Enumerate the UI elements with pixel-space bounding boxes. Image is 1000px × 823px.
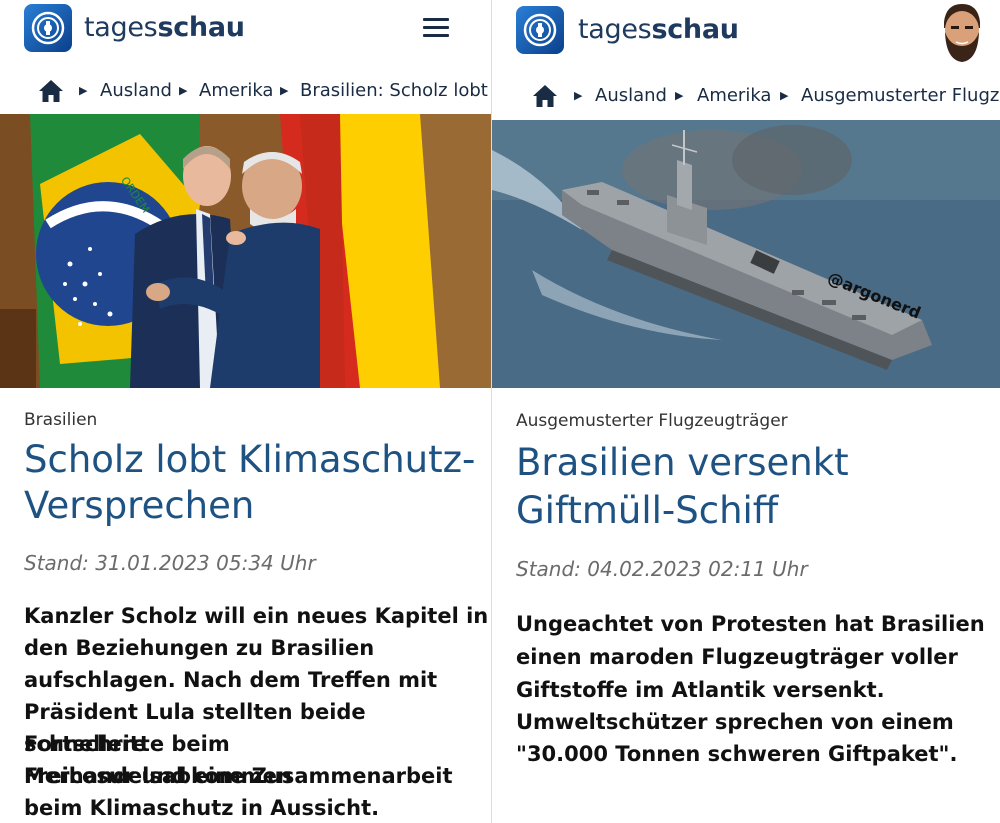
breadcrumb-item-current: Ausgemusterter Flugzeu xyxy=(801,85,1000,106)
triangle-right-icon: ▶ xyxy=(179,84,188,97)
breadcrumb: ▶ Ausland ▶ Amerika ▶ Ausgemusterter Flu… xyxy=(492,78,1000,114)
article-lead-line: den Beziehungen zu Brasilien xyxy=(24,636,375,660)
breadcrumb: ▶ Ausland ▶ Amerika ▶ Brasilien: Scholz … xyxy=(0,73,491,109)
left-article-screenshot: tagesschau ▶ Ausland ▶ Amerika ▶ Brasili… xyxy=(0,0,491,823)
article-headline-line2[interactable]: Versprechen xyxy=(24,483,254,529)
article-kicker: Brasilien xyxy=(24,410,98,430)
home-icon[interactable] xyxy=(532,84,558,108)
tagesschau-logo-icon[interactable] xyxy=(516,6,564,54)
triangle-right-icon: ▶ xyxy=(574,89,583,102)
article-lead-line: Giftstoffe im Atlantik versenkt. xyxy=(516,678,885,702)
site-header: tagesschau xyxy=(0,0,491,62)
article-lead-line: "30.000 Tonnen schweren Giftpaket". xyxy=(516,742,958,766)
brand-name[interactable]: tagesschau xyxy=(84,12,245,43)
article-lead-line: Mercosur und eine Zusammenarbeit xyxy=(24,764,453,788)
article-timestamp: Stand: 31.01.2023 05:34 Uhr xyxy=(24,551,316,575)
article-headline-line2[interactable]: Giftmüll-Schiff xyxy=(516,488,778,534)
tagesschau-logo-icon[interactable] xyxy=(24,4,72,52)
breadcrumb-item-amerika[interactable]: Amerika xyxy=(697,78,771,114)
article-kicker: Ausgemusterter Flugzeugträger xyxy=(516,411,788,431)
article-headline-line1[interactable]: Scholz lobt Klimaschutz- xyxy=(24,437,475,483)
home-icon[interactable] xyxy=(38,79,64,103)
site-header: tagesschau xyxy=(492,0,1000,62)
triangle-right-icon: ▶ xyxy=(675,89,684,102)
breadcrumb-item-current: Brasilien: Scholz lobt Kli xyxy=(300,80,491,101)
hamburger-menu-icon[interactable] xyxy=(423,18,451,40)
triangle-right-icon: ▶ xyxy=(780,89,789,102)
brand-part1: tages xyxy=(578,14,652,45)
breadcrumb-item-amerika[interactable]: Amerika xyxy=(199,73,273,109)
brand-part1: tages xyxy=(84,12,158,43)
article-timestamp: Stand: 04.02.2023 02:11 Uhr xyxy=(516,557,808,581)
triangle-right-icon: ▶ xyxy=(280,84,289,97)
article-lead-line: einen maroden Flugzeugträger voller xyxy=(516,645,958,669)
breadcrumb-item-ausland[interactable]: Ausland xyxy=(595,78,667,114)
article-photo-scholz-lula: ORDEM xyxy=(0,114,491,388)
article-lead-line: beim Klimaschutz in Aussicht. xyxy=(24,796,380,820)
article-photo-aircraft-carrier xyxy=(492,120,1000,388)
right-article-screenshot: tagesschau ▶ Ausland ▶ Amerika ▶ Ausgemu… xyxy=(492,0,1000,823)
article-headline-line1[interactable]: Brasilien versenkt xyxy=(516,440,849,486)
bearded-avatar-icon xyxy=(944,4,980,62)
triangle-right-icon: ▶ xyxy=(79,84,88,97)
brand-part2: schau xyxy=(157,12,245,43)
article-lead-line: Ungeachtet von Protesten hat Brasilien xyxy=(516,612,985,636)
article-lead-line: aufschlagen. Nach dem Treffen mit xyxy=(24,668,438,692)
article-lead-line: Kanzler Scholz will ein neues Kapitel in xyxy=(24,604,489,628)
brand-name[interactable]: tagesschau xyxy=(578,14,739,45)
brand-part2: schau xyxy=(651,14,739,45)
breadcrumb-item-ausland[interactable]: Ausland xyxy=(100,73,172,109)
article-lead-line: Umweltschützer sprechen von einem xyxy=(516,710,954,734)
